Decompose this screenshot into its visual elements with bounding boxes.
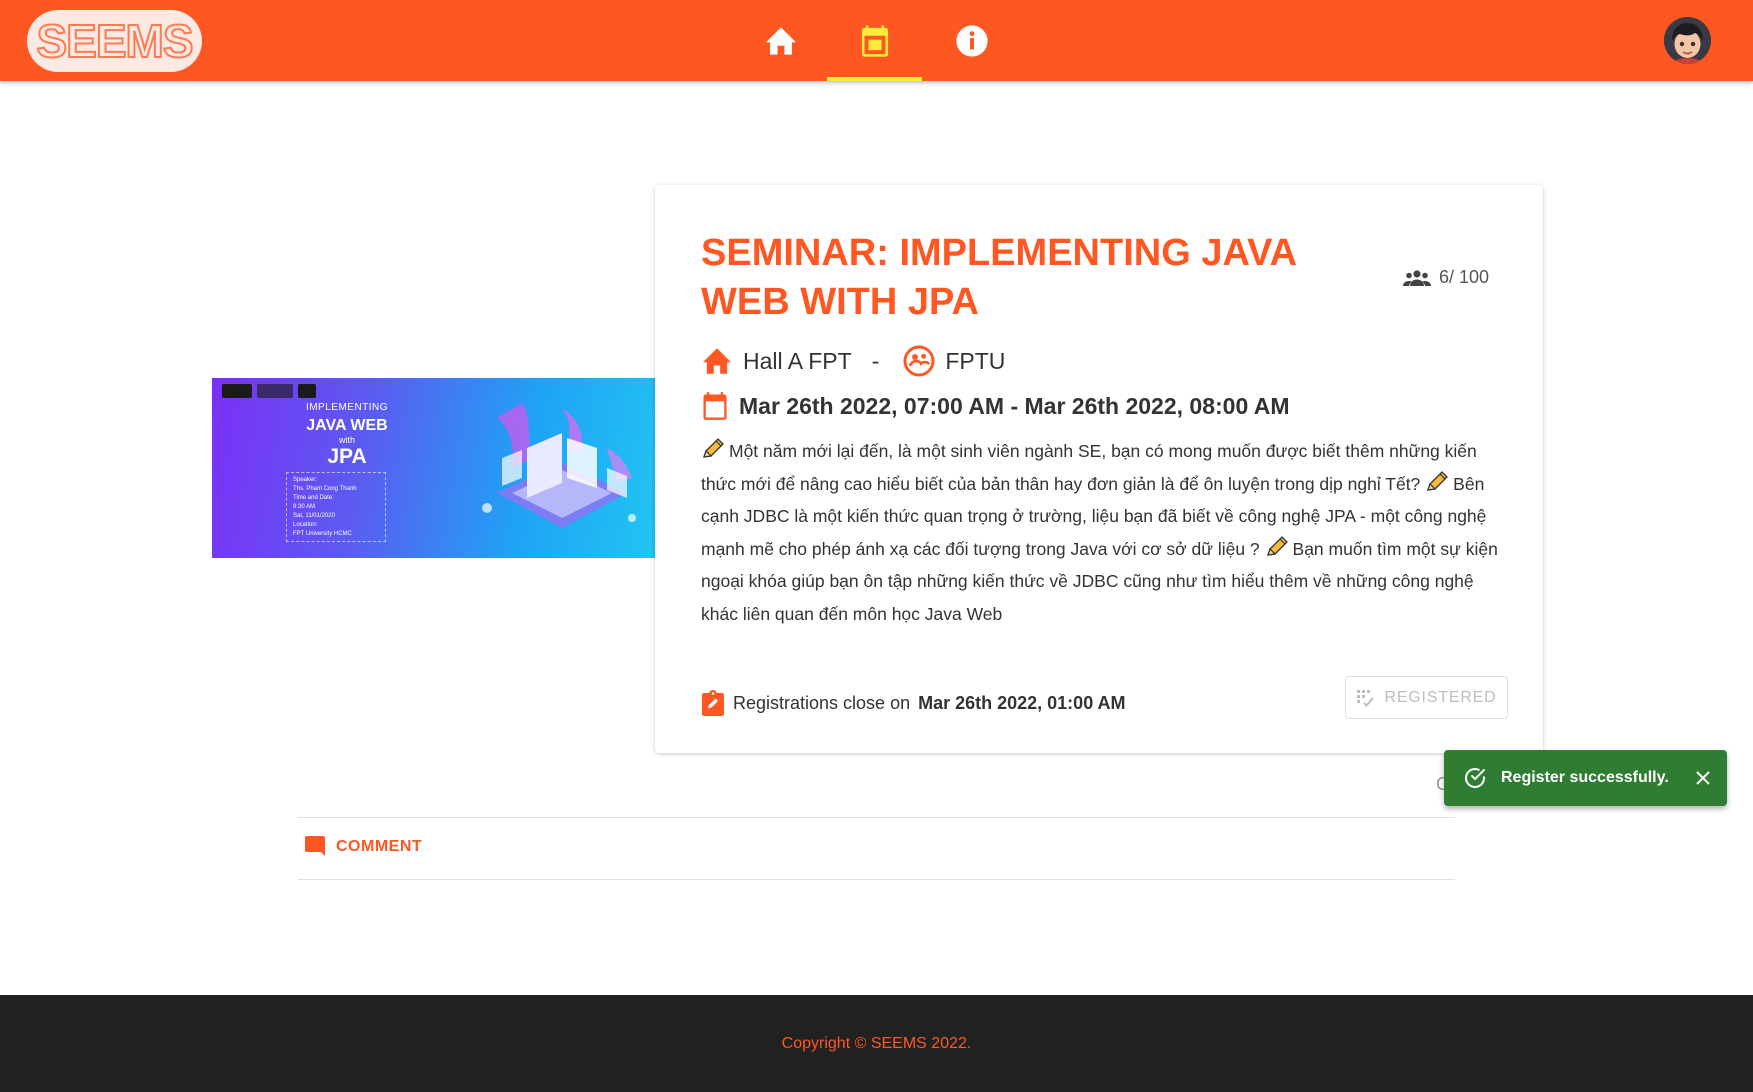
comment-label: COMMENT [336,838,423,855]
divider-bottom [298,879,1455,880]
comment-icon [305,836,325,856]
banner-info-line: Location: [293,522,318,528]
people-icon [1403,269,1431,286]
banner-line-3: with [338,435,355,445]
logo-text: SEEMS [35,14,194,68]
app-bar: SEEMS [0,0,1753,81]
banner-line-4: JPA [327,445,367,468]
capacity: 6/ 100 [1403,267,1489,288]
close-icon[interactable] [1693,768,1713,788]
nav-about[interactable] [924,0,1019,81]
laptop-illustration [482,403,636,528]
comment-button[interactable]: COMMENT [305,836,422,858]
check-circle-icon [1465,768,1485,788]
registration-deadline: Registrations close on Mar 26th 2022, 01… [701,690,1126,716]
pencil-icon [1266,535,1288,556]
register-icon [1357,689,1375,707]
nav-home[interactable] [733,0,828,81]
pencil-icon [1427,470,1449,491]
location-row: Hall A FPT - FPTU [701,345,1005,377]
event-banner-image: IMPLEMENTING JAVA WEB with JPA Speaker: … [212,378,655,558]
organizer-icon [903,345,935,377]
banner-info-line: Time and Date: [293,495,334,501]
registered-button[interactable]: REGISTERED [1345,676,1508,719]
capacity-text: 6/ 100 [1439,267,1490,287]
event-card: SEMINAR: IMPLEMENTING JAVA WEB WITH JPA … [655,185,1543,753]
description-paragraph: Một năm mới lại đến, là một sinh viên ng… [701,441,1477,494]
registered-button-label: REGISTERED [1384,688,1497,706]
event-title: SEMINAR: IMPLEMENTING JAVA WEB WITH JPA [701,232,1296,323]
toast-message: Register successfully. [1501,769,1669,786]
sponsor-logos [222,384,316,398]
banner-title: IMPLEMENTING JAVA WEB with JPA [272,402,422,469]
registration-prefix: Registrations close on [733,692,911,713]
location-separator: - [871,347,880,374]
banner-line-1: IMPLEMENTING [305,402,389,413]
organizer-text: FPTU [945,347,1006,374]
copyright-text: Copyright © SEEMS 2022. [781,1034,972,1052]
footer: Copyright © SEEMS 2022. [0,995,1753,1092]
pencil-icon [703,438,724,458]
registration-close-time: Mar 26th 2022, 01:00 AM [918,692,1126,713]
location-text: Hall A FPT [743,347,852,374]
logo[interactable]: SEEMS [27,10,202,72]
banner-info-box: Speaker: Ths. Pham Cong Thanh Time and D… [286,472,386,542]
event-description: Một năm mới lại đến, là một sinh viên ng… [701,435,1501,630]
banner-info-line: 8:30 AM [293,504,316,510]
banner-info-line: Sat, 11/01/2020 [293,513,335,519]
assignment-icon [702,690,724,716]
nav-events[interactable] [827,0,922,81]
banner-info-line: Ths. Pham Cong Thanh [293,486,357,492]
divider-top [298,817,1455,818]
calendar-icon [703,392,727,420]
success-toast: Register successfully. [1444,750,1727,806]
banner-info-line: FPT University HCMC [293,531,352,537]
banner-line-2: JAVA WEB [306,417,388,434]
event-datetime: Mar 26th 2022, 07:00 AM - Mar 26th 2022,… [739,392,1290,419]
avatar-icon [1664,17,1711,64]
home-icon [765,26,796,55]
banner-info-line: Speaker: [293,477,318,483]
user-avatar[interactable] [1664,17,1711,64]
date-row: Mar 26th 2022, 07:00 AM - Mar 26th 2022,… [701,391,1290,421]
info-icon [955,24,988,57]
calendar-icon [861,24,888,57]
home-icon [703,348,731,374]
